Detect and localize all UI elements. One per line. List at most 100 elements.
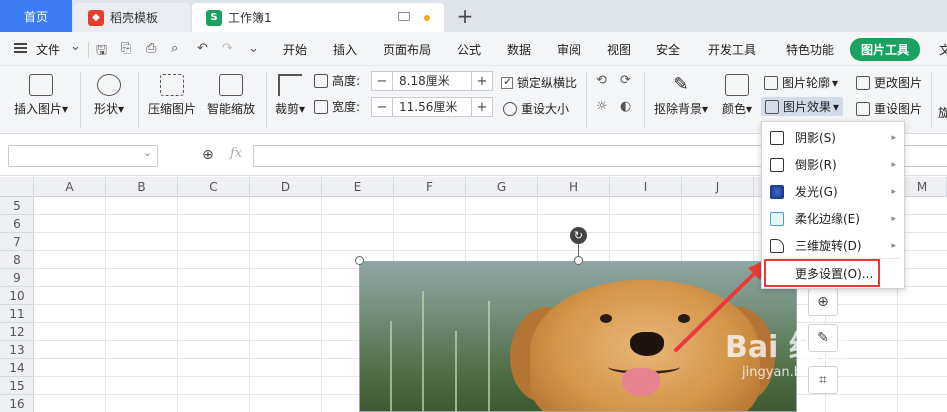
zoom-in-icon[interactable]: ⊕ bbox=[808, 288, 838, 316]
rotate-right-icon[interactable]: ⟳ bbox=[620, 73, 631, 88]
menu-review[interactable]: 审阅 bbox=[557, 41, 581, 58]
increase-icon[interactable]: + bbox=[472, 98, 492, 116]
name-box[interactable] bbox=[8, 145, 158, 167]
row-15[interactable]: 15 bbox=[0, 377, 34, 395]
decrease-icon[interactable]: − bbox=[372, 72, 392, 90]
tab-home[interactable]: 首页 bbox=[0, 0, 72, 32]
menu-features[interactable]: 特色功能 bbox=[786, 41, 834, 58]
column-g[interactable]: G bbox=[466, 177, 538, 197]
chevron-down-icon[interactable]: ⌄ bbox=[70, 39, 81, 54]
menu-item-3d-rotation[interactable]: 三维旋转(D) ▸ bbox=[762, 232, 904, 259]
row-12[interactable]: 12 bbox=[0, 323, 34, 341]
width-input[interactable]: 11.56厘米 bbox=[392, 98, 472, 116]
row-8[interactable]: 8 bbox=[0, 251, 34, 269]
compress-picture-button[interactable]: 压缩图片 bbox=[146, 74, 198, 117]
row-5[interactable]: 5 bbox=[0, 197, 34, 215]
row-11[interactable]: 11 bbox=[0, 305, 34, 323]
resize-handle[interactable] bbox=[574, 256, 583, 265]
column-h[interactable]: H bbox=[538, 177, 610, 197]
width-row: 宽度: bbox=[314, 98, 360, 115]
column-i[interactable]: I bbox=[610, 177, 682, 197]
menu-data[interactable]: 数据 bbox=[507, 41, 531, 58]
row-16[interactable]: 16 bbox=[0, 395, 34, 412]
row-14[interactable]: 14 bbox=[0, 359, 34, 377]
height-input[interactable]: 8.18厘米 bbox=[392, 72, 472, 90]
export-icon[interactable]: ⎘ bbox=[121, 41, 131, 56]
rotate-handle-icon[interactable]: ↻ bbox=[570, 227, 587, 244]
contrast-icon[interactable]: ◐ bbox=[620, 99, 631, 114]
picture-effect-button[interactable]: 图片效果 ▾ bbox=[761, 97, 844, 116]
row-9[interactable]: 9 bbox=[0, 269, 34, 287]
width-stepper[interactable]: − 11.56厘米 + bbox=[371, 97, 493, 117]
menu-page-layout[interactable]: 页面布局 bbox=[383, 41, 431, 58]
spreadsheet-icon: S bbox=[206, 9, 222, 26]
menu-formula[interactable]: 公式 bbox=[457, 41, 481, 58]
column-e[interactable]: E bbox=[322, 177, 394, 197]
print-preview-icon[interactable]: ⌕ bbox=[171, 41, 178, 56]
column-j[interactable]: J bbox=[682, 177, 754, 197]
docer-icon: ◆ bbox=[88, 9, 104, 26]
undo-icon[interactable]: ↶ bbox=[197, 41, 208, 56]
row-7[interactable]: 7 bbox=[0, 233, 34, 251]
column-b[interactable]: B bbox=[106, 177, 178, 197]
checkbox-checked-icon[interactable] bbox=[501, 75, 513, 89]
color-button[interactable]: 颜色▾ bbox=[716, 74, 758, 117]
column-f[interactable]: F bbox=[394, 177, 466, 197]
3d-rotation-icon bbox=[770, 238, 784, 253]
row-13[interactable]: 13 bbox=[0, 341, 34, 359]
highlight-box bbox=[764, 259, 880, 287]
corner-cell[interactable] bbox=[0, 177, 34, 197]
menu-item-shadow[interactable]: 阴影(S) ▸ bbox=[762, 124, 904, 151]
fx-label: fx bbox=[230, 146, 243, 161]
menu-file[interactable]: 文件 bbox=[36, 41, 60, 58]
menu-more[interactable]: 文 bbox=[939, 41, 947, 58]
resize-handle[interactable] bbox=[355, 256, 364, 265]
remove-background-button[interactable]: ✎ 抠除背景▾ bbox=[650, 74, 712, 117]
column-a[interactable]: A bbox=[34, 177, 106, 197]
picture-outline-button[interactable]: 图片轮廓 ▾ bbox=[764, 74, 838, 91]
brightness-icon[interactable]: ☼ bbox=[596, 99, 608, 114]
rotate-button[interactable]: 旋 bbox=[938, 104, 947, 121]
monitor-icon[interactable] bbox=[398, 12, 410, 21]
print-icon[interactable]: ⎙ bbox=[146, 41, 156, 56]
crop-icon[interactable]: ⌗ bbox=[808, 366, 838, 394]
height-stepper[interactable]: − 8.18厘米 + bbox=[371, 71, 493, 91]
smart-scale-icon bbox=[219, 74, 243, 96]
menu-item-glow[interactable]: 发光(G) ▸ bbox=[762, 178, 904, 205]
menu-start[interactable]: 开始 bbox=[283, 41, 307, 58]
zoom-icon[interactable]: ⊕ bbox=[202, 147, 214, 163]
new-tab-button[interactable]: + bbox=[452, 0, 478, 32]
change-picture-button[interactable]: 更改图片 bbox=[856, 74, 922, 91]
tab-workbook[interactable]: S 工作簿1 bbox=[192, 3, 444, 32]
column-d[interactable]: D bbox=[250, 177, 322, 197]
rotate-left-icon[interactable]: ⟲ bbox=[596, 73, 607, 88]
lock-ratio-checkbox[interactable]: 锁定纵横比 bbox=[501, 74, 577, 91]
reset-picture-button[interactable]: 重设图片 bbox=[856, 100, 922, 117]
menu-item-label: 倒影(R) bbox=[795, 158, 837, 172]
increase-icon[interactable]: + bbox=[472, 72, 492, 90]
smart-scale-button[interactable]: 智能缩放 bbox=[204, 74, 258, 117]
column-m[interactable]: M bbox=[898, 177, 947, 197]
menu-picture-tools[interactable]: 图片工具 bbox=[850, 38, 921, 61]
menu-item-reflection[interactable]: 倒影(R) ▸ bbox=[762, 151, 904, 178]
menu-insert[interactable]: 插入 bbox=[333, 41, 357, 58]
customize-icon[interactable]: ⌄ bbox=[248, 41, 259, 56]
shape-button[interactable]: 形状▾ bbox=[88, 74, 130, 117]
menu-security[interactable]: 安全 bbox=[656, 41, 680, 58]
redo-icon[interactable]: ↷ bbox=[222, 41, 233, 56]
menu-item-soft-edge[interactable]: 柔化边缘(E) ▸ bbox=[762, 205, 904, 232]
crop-button[interactable]: 裁剪▾ bbox=[272, 74, 308, 117]
save-icon[interactable]: 🖫 bbox=[96, 41, 107, 63]
insert-picture-button[interactable]: 插入图片▾ bbox=[10, 74, 72, 117]
menu-view[interactable]: 视图 bbox=[607, 41, 631, 58]
edit-icon[interactable]: ✎ bbox=[808, 324, 838, 352]
row-10[interactable]: 10 bbox=[0, 287, 34, 305]
reset-size-button[interactable]: 重设大小 bbox=[503, 100, 569, 117]
dog-nose bbox=[630, 332, 664, 356]
decrease-icon[interactable]: − bbox=[372, 98, 392, 116]
tab-template[interactable]: ◆ 稻壳模板 bbox=[74, 3, 190, 32]
column-c[interactable]: C bbox=[178, 177, 250, 197]
menu-developer[interactable]: 开发工具 bbox=[708, 41, 756, 58]
hamburger-icon[interactable] bbox=[14, 43, 27, 53]
row-6[interactable]: 6 bbox=[0, 215, 34, 233]
